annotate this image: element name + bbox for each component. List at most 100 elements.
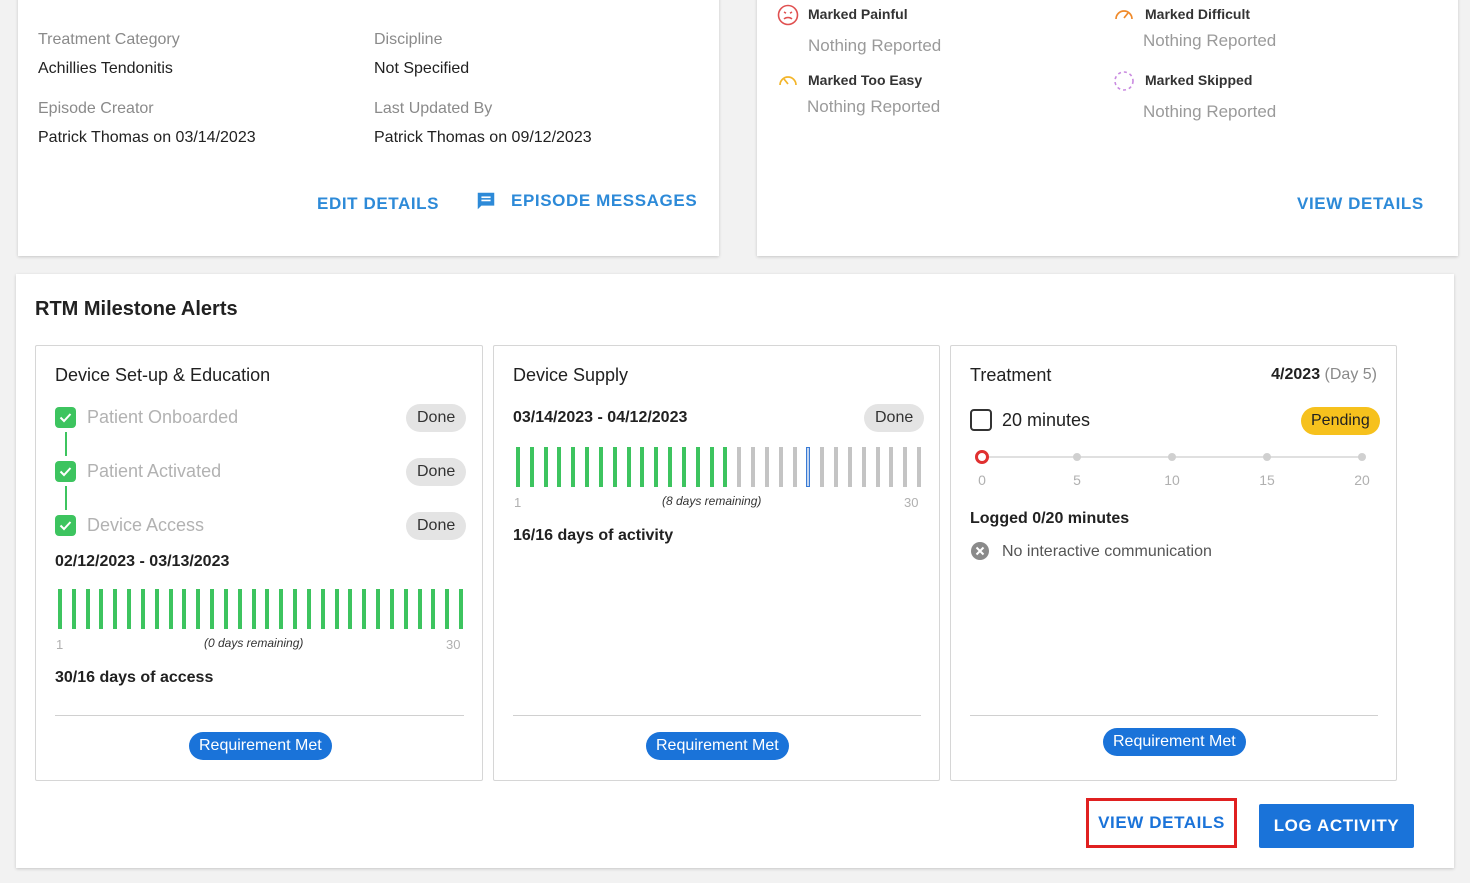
marked-difficult-label: Marked Difficult — [1145, 6, 1251, 22]
day-bar — [626, 447, 631, 487]
treatment-pending-badge: Pending — [1301, 407, 1380, 435]
painful-face-icon — [777, 4, 799, 31]
day-bar — [834, 447, 839, 487]
marked-skipped-value: Nothing Reported — [1143, 102, 1277, 121]
supply-days-remaining: (8 days remaining) — [662, 494, 762, 508]
day-bar — [265, 589, 270, 629]
rtm-view-details-button[interactable]: VIEW DETAILS — [1086, 798, 1237, 848]
step-patient-onboarded: Patient Onboarded — [87, 407, 239, 427]
slider-tick — [1073, 453, 1081, 461]
day-bar — [182, 589, 187, 629]
setup-date-range: 02/12/2023 - 03/13/2023 — [55, 553, 230, 570]
day-bar — [196, 589, 201, 629]
day-bar — [516, 447, 520, 487]
day-bar — [58, 589, 62, 629]
day-bar — [223, 589, 228, 629]
treatment-day: (Day 5) — [1324, 366, 1377, 383]
slider-tick-label: 10 — [1164, 472, 1180, 488]
message-icon — [475, 190, 497, 212]
day-bar — [362, 589, 367, 629]
day-bar — [709, 447, 714, 487]
day-bar — [168, 589, 173, 629]
treatment-requirement-met-badge: Requirement Met — [1103, 728, 1246, 756]
last-updated-value: Patrick Thomas on 09/12/2023 — [374, 129, 592, 146]
day-bar — [293, 589, 298, 629]
day-bar — [571, 447, 576, 487]
minutes-checkbox[interactable] — [970, 409, 992, 431]
day-bar — [557, 447, 562, 487]
day-bar — [237, 589, 242, 629]
device-access-done-badge: Done — [406, 512, 467, 540]
setup-days-remaining: (0 days remaining) — [204, 636, 304, 650]
treatment-period: 4/2023 (Day 5) — [1271, 366, 1377, 384]
day-bar — [251, 589, 256, 629]
day-bar — [695, 447, 700, 487]
day-bar — [820, 447, 825, 487]
device-supply-card: Device Supply 03/14/2023 - 04/12/2023 Do… — [493, 345, 940, 781]
day-bar — [417, 589, 422, 629]
rtm-title: RTM Milestone Alerts — [35, 298, 238, 320]
day-bar — [348, 589, 353, 629]
device-supply-title: Device Supply — [513, 365, 629, 385]
day-bar — [529, 447, 534, 487]
edit-details-button[interactable]: EDIT DETAILS — [317, 194, 439, 214]
day-bar — [640, 447, 645, 487]
day-bar — [612, 447, 617, 487]
supply-axis-start: 1 — [514, 495, 522, 510]
no-interactive-communication: No interactive communication — [1002, 543, 1212, 560]
skipped-dashed-circle-icon — [1113, 70, 1135, 97]
setup-axis-start: 1 — [56, 637, 64, 652]
day-bar — [737, 447, 742, 487]
marked-painful-value: Nothing Reported — [808, 36, 942, 55]
slider-thumb[interactable] — [975, 450, 989, 464]
day-bar — [889, 447, 894, 487]
supply-activity-bars — [516, 447, 921, 487]
day-bar — [543, 447, 548, 487]
slider-tick — [1358, 453, 1366, 461]
discipline-value: Not Specified — [374, 60, 470, 77]
minutes-slider[interactable] — [975, 450, 1366, 464]
marked-painful-label: Marked Painful — [808, 6, 908, 22]
episode-details-card: Treatment Category Achillies Tendonitis … — [18, 0, 719, 256]
close-circle-icon — [970, 541, 990, 566]
device-access-check-icon — [55, 515, 76, 536]
treatment-divider — [970, 715, 1378, 716]
episode-messages-label: EPISODE MESSAGES — [511, 191, 698, 210]
day-bar — [723, 447, 728, 487]
episode-messages-button[interactable]: EPISODE MESSAGES — [475, 190, 697, 212]
treatment-category-value: Achillies Tendonitis — [38, 60, 173, 77]
supply-divider — [513, 715, 921, 716]
activated-check-icon — [55, 461, 76, 482]
slider-tick-marks — [982, 452, 1366, 462]
feedback-view-details-button[interactable]: VIEW DETAILS — [1297, 194, 1424, 214]
slider-tick-label: 15 — [1259, 472, 1275, 488]
slider-tick-label: 5 — [1073, 472, 1081, 488]
supply-requirement-met-badge: Requirement Met — [646, 732, 789, 760]
day-bar — [389, 589, 394, 629]
day-bar — [320, 589, 325, 629]
day-bar — [792, 447, 797, 487]
slider-labels: 0 5 10 15 20 — [978, 472, 1370, 488]
slider-tick-label: 20 — [1354, 472, 1370, 488]
difficult-gauge-icon — [1113, 4, 1135, 31]
log-activity-button[interactable]: LOG ACTIVITY — [1259, 804, 1414, 848]
day-bar — [806, 447, 811, 487]
day-bar — [306, 589, 311, 629]
day-bar — [210, 589, 215, 629]
day-bar — [778, 447, 783, 487]
setup-requirement-met-badge: Requirement Met — [189, 732, 332, 760]
day-bar — [376, 589, 381, 629]
day-bar — [279, 589, 284, 629]
day-bar — [334, 589, 339, 629]
day-bar — [140, 589, 145, 629]
day-bar — [127, 589, 132, 629]
setup-activity-bars — [58, 589, 463, 629]
minutes-label: 20 minutes — [1002, 410, 1091, 430]
treatment-card: Treatment 4/2023 (Day 5) 20 minutes Pend… — [950, 345, 1397, 781]
day-bar — [585, 447, 590, 487]
last-updated-label: Last Updated By — [374, 100, 493, 117]
treatment-month: 4/2023 — [1271, 366, 1321, 383]
day-bar — [154, 589, 159, 629]
onboarded-done-badge: Done — [406, 404, 467, 432]
treatment-title: Treatment — [970, 365, 1052, 385]
